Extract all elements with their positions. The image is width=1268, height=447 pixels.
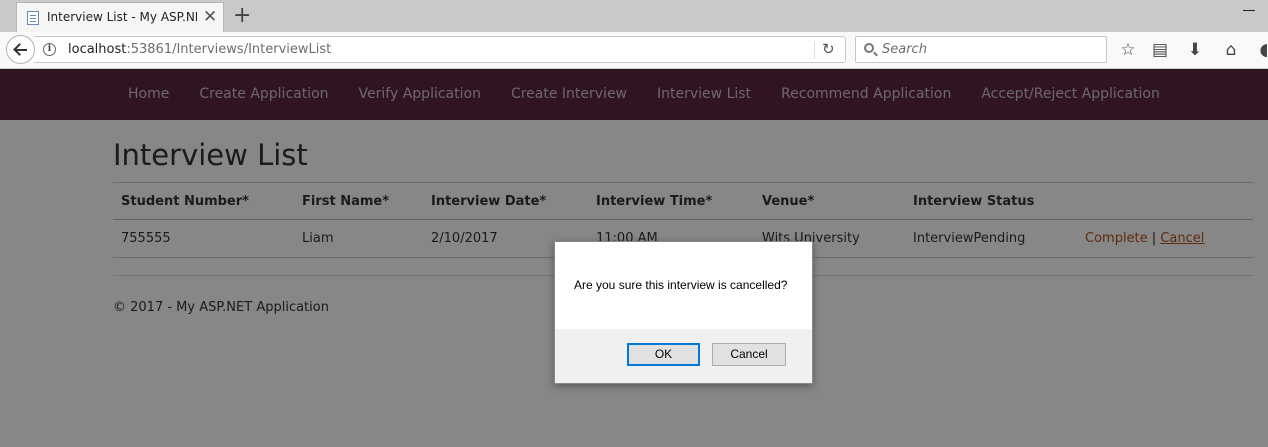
back-button[interactable]	[6, 35, 35, 64]
minimize-window-icon[interactable]	[1243, 10, 1255, 11]
search-icon	[864, 43, 874, 53]
divider	[814, 41, 815, 59]
browser-toolbar: i localhost:53861/Interviews/InterviewLi…	[0, 32, 1268, 69]
bookmark-star-icon[interactable]: ☆	[1118, 40, 1138, 60]
browser-tab-strip: Interview List - My ASP.NET ✕ +	[0, 0, 1268, 32]
url-text[interactable]: localhost:53861/Interviews/InterviewList	[68, 42, 331, 57]
download-icon[interactable]: ⬇	[1185, 40, 1205, 60]
tab-title: Interview List - My ASP.NET	[47, 10, 197, 24]
browser-tab[interactable]: Interview List - My ASP.NET ✕	[16, 2, 224, 32]
search-input[interactable]: Search	[855, 36, 1107, 63]
url-host: localhost	[68, 42, 127, 57]
home-icon[interactable]: ⌂	[1221, 40, 1241, 60]
address-bar[interactable]: i localhost:53861/Interviews/InterviewLi…	[34, 36, 846, 63]
info-icon[interactable]: i	[43, 43, 56, 56]
pocket-icon[interactable]: ◖	[1254, 40, 1268, 60]
search-placeholder: Search	[882, 42, 927, 57]
close-tab-icon[interactable]: ✕	[203, 7, 217, 27]
confirm-dialog: Are you sure this interview is cancelled…	[554, 241, 813, 384]
page-icon	[27, 11, 39, 25]
reading-list-icon[interactable]: ▤	[1150, 40, 1170, 60]
url-path: :53861/Interviews/InterviewList	[126, 42, 332, 57]
new-tab-icon[interactable]: +	[233, 3, 251, 29]
ok-button[interactable]: OK	[627, 343, 700, 366]
dialog-body: Are you sure this interview is cancelled…	[555, 242, 812, 329]
cancel-button[interactable]: Cancel	[712, 343, 786, 366]
dialog-message: Are you sure this interview is cancelled…	[574, 278, 788, 292]
reload-icon[interactable]: ↻	[822, 40, 835, 58]
